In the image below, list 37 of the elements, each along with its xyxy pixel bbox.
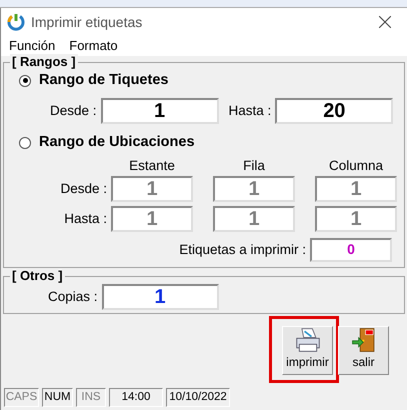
number-field: 1 <box>315 206 397 232</box>
status-text: 10/10/2022 <box>166 388 230 407</box>
row-label: Desde : <box>59 180 107 198</box>
field-label: Hasta : <box>228 102 272 120</box>
column-header: Estante <box>128 156 176 174</box>
key-indicator: CAPS <box>4 388 39 407</box>
radio-button[interactable] <box>19 74 31 87</box>
number-field: 1 <box>213 176 295 202</box>
key-indicator: INS <box>76 388 106 407</box>
menu-item[interactable]: Función <box>9 36 56 56</box>
field-label: Copias : <box>48 288 98 306</box>
option-label: Rango de Tiquetes <box>39 71 168 90</box>
window-title: Imprimir etiquetas <box>31 12 144 32</box>
close-icon[interactable] <box>379 16 391 28</box>
group-title: [ Otros ] <box>10 268 65 284</box>
desde-field[interactable]: 1 <box>100 98 219 124</box>
field-label: Etiquetas a imprimir : <box>179 240 306 259</box>
app-logo-icon <box>7 13 25 31</box>
row-label: Hasta : <box>63 210 107 228</box>
column-header: Fila <box>242 156 266 174</box>
menu-item[interactable]: Formato <box>69 36 118 56</box>
status-text: 14:00 <box>109 388 163 407</box>
number-field: 1 <box>315 176 397 202</box>
number-field: 1 <box>111 206 193 232</box>
field-label: Desde : <box>50 102 97 120</box>
hasta-field[interactable]: 20 <box>275 98 394 124</box>
radio-button[interactable] <box>19 136 31 149</box>
group-title: [ Rangos ] <box>10 54 78 70</box>
number-field: 1 <box>213 206 295 232</box>
option-label: Rango de Ubicaciones <box>39 132 195 152</box>
print-button[interactable]: imprimir <box>282 326 333 375</box>
count-field: 0 <box>310 238 392 262</box>
key-indicator: NUM <box>42 388 73 407</box>
column-header: Columna <box>328 156 384 174</box>
number-field: 1 <box>111 176 193 202</box>
exit-button[interactable]: salir <box>338 326 389 375</box>
copies-field[interactable]: 1 <box>102 284 219 310</box>
